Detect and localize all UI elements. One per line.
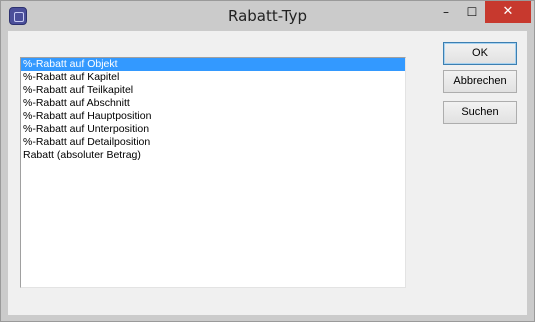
list-item[interactable]: %-Rabatt auf Teilkapitel: [21, 84, 405, 97]
list-item[interactable]: %-Rabatt auf Kapitel: [21, 71, 405, 84]
maximize-button[interactable]: ☐: [459, 1, 485, 23]
list-item[interactable]: %-Rabatt auf Detailposition: [21, 136, 405, 149]
list-item[interactable]: Rabatt (absoluter Betrag): [21, 149, 405, 162]
list-item[interactable]: %-Rabatt auf Objekt: [21, 58, 405, 71]
dialog-body: %-Rabatt auf Objekt %-Rabatt auf Kapitel…: [8, 31, 527, 315]
discount-type-listbox[interactable]: %-Rabatt auf Objekt %-Rabatt auf Kapitel…: [20, 57, 406, 288]
search-button[interactable]: Suchen: [443, 101, 517, 124]
close-button[interactable]: ✕: [485, 1, 531, 23]
list-item[interactable]: %-Rabatt auf Abschnitt: [21, 97, 405, 110]
title-bar[interactable]: Rabatt-Typ – ☐ ✕: [1, 1, 534, 31]
ok-button[interactable]: OK: [443, 42, 517, 65]
cancel-button[interactable]: Abbrechen: [443, 70, 517, 93]
list-item[interactable]: %-Rabatt auf Hauptposition: [21, 110, 405, 123]
dialog-window: Rabatt-Typ – ☐ ✕ %-Rabatt auf Objekt %-R…: [0, 0, 535, 322]
minimize-button[interactable]: –: [433, 1, 459, 23]
list-item[interactable]: %-Rabatt auf Unterposition: [21, 123, 405, 136]
